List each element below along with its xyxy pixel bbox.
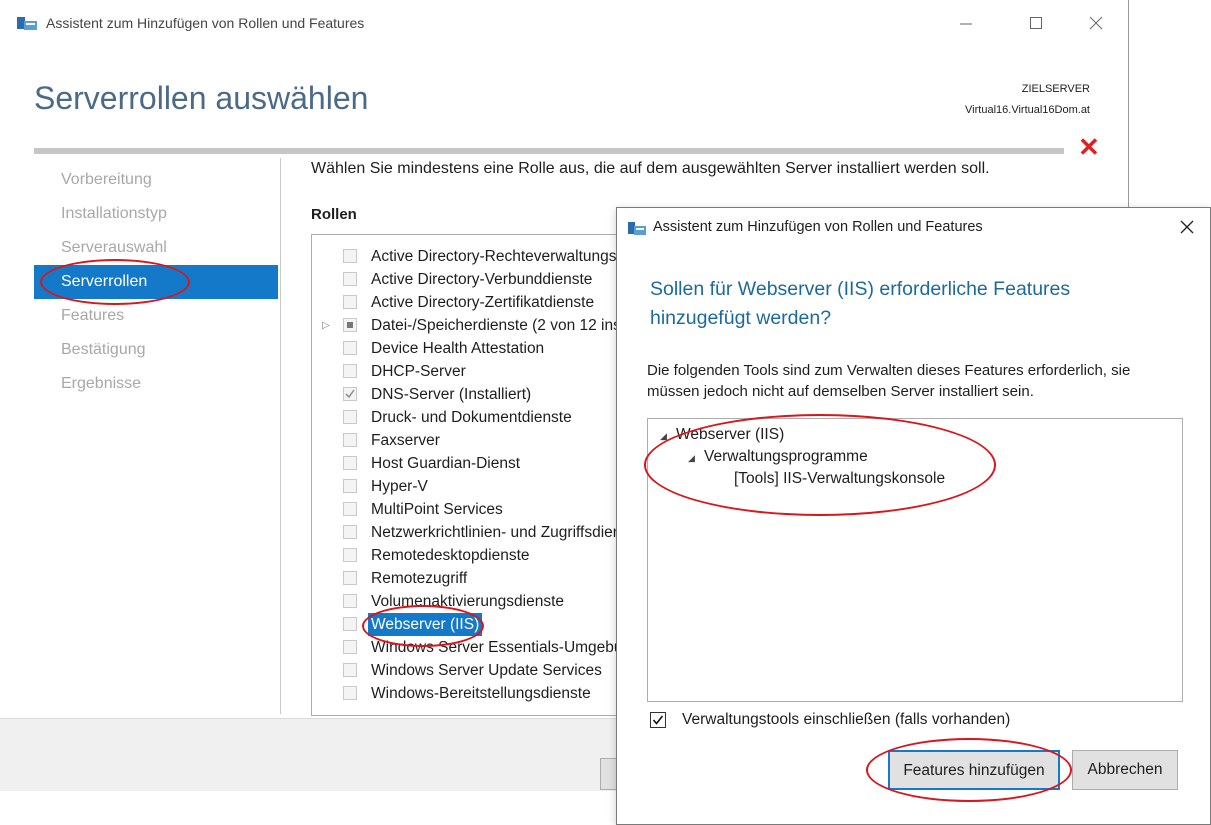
role-checkbox[interactable] (343, 502, 357, 516)
role-item[interactable]: MultiPoint Services (322, 498, 622, 521)
role-item[interactable]: DHCP-Server (322, 360, 622, 383)
nav-item-ergebnisse[interactable]: Ergebnisse (34, 367, 278, 401)
error-x-icon: ✕ (1078, 132, 1100, 162)
server-manager-icon (627, 220, 647, 236)
role-checkbox[interactable] (343, 364, 357, 378)
destination-server-value: Virtual16.Virtual16Dom.at (965, 104, 1090, 116)
role-checkbox[interactable] (343, 295, 357, 309)
minimize-button[interactable] (946, 8, 986, 40)
page-title: Serverrollen auswählen (34, 80, 369, 116)
nav-item-features[interactable]: Features (34, 299, 278, 333)
cancel-button[interactable]: Abbrechen (1072, 750, 1178, 790)
role-checkbox[interactable] (343, 525, 357, 539)
role-item[interactable]: Active Directory-Rechteverwaltungsdienst… (322, 245, 622, 268)
maximize-button[interactable] (1016, 8, 1056, 40)
window-title: Assistent zum Hinzufügen von Rollen und … (46, 15, 365, 31)
role-item[interactable]: Faxserver (322, 429, 622, 452)
roles-heading: Rollen (311, 206, 357, 223)
include-tools-checkbox[interactable] (650, 712, 666, 728)
role-item[interactable]: Remotezugriff (322, 567, 622, 590)
annotation-ellipse (644, 414, 996, 516)
role-item[interactable]: Device Health Attestation (322, 337, 622, 360)
role-item[interactable]: Windows Server Essentials-Umgebung (322, 636, 622, 659)
role-checkbox[interactable] (343, 594, 357, 608)
role-checkbox[interactable] (343, 341, 357, 355)
role-checkbox[interactable] (343, 456, 357, 470)
annotation-ellipse (866, 738, 1072, 802)
instruction-text: Wählen Sie mindestens eine Rolle aus, di… (311, 160, 990, 177)
role-checkbox[interactable] (343, 318, 357, 332)
role-checkbox[interactable] (343, 433, 357, 447)
dialog-question: Sollen für Webserver (IIS) erforderliche… (650, 278, 1071, 329)
destination-server-label: ZIELSERVER (1021, 83, 1090, 95)
role-item[interactable]: Active Directory-Verbunddienste (322, 268, 622, 291)
role-item[interactable]: Windows-Bereitstellungsdienste (322, 682, 622, 705)
dialog-title: Assistent zum Hinzufügen von Rollen und … (653, 219, 983, 235)
role-item[interactable]: Windows Server Update Services (322, 659, 622, 682)
nav-item-bestaetigung[interactable]: Bestätigung (34, 333, 278, 367)
nav-item-vorbereitung[interactable]: Vorbereitung (34, 163, 278, 197)
role-checkbox[interactable] (343, 272, 357, 286)
role-checkbox[interactable] (343, 663, 357, 677)
annotation-ellipse (40, 259, 190, 305)
include-tools-label[interactable]: Verwaltungstools einschließen (falls vor… (682, 711, 1010, 729)
role-checkbox[interactable] (343, 548, 357, 562)
close-window-button[interactable] (1076, 8, 1116, 40)
role-checkbox[interactable] (343, 686, 357, 700)
role-checkbox[interactable] (343, 249, 357, 263)
close-icon[interactable] (1172, 212, 1202, 242)
annotation-ellipse (362, 605, 484, 647)
expand-arrow-icon[interactable]: ▷ (322, 314, 336, 337)
nav-separator (280, 158, 281, 714)
role-item[interactable]: Volumenaktivierungsdienste (322, 590, 622, 613)
header-divider (34, 148, 1064, 154)
role-item[interactable]: DNS-Server (Installiert) (322, 383, 622, 406)
role-checkbox[interactable] (343, 571, 357, 585)
dialog-description: Die folgenden Tools sind zum Verwalten d… (647, 362, 1131, 400)
role-checkbox[interactable] (343, 640, 357, 654)
role-item[interactable]: Active Directory-Zertifikatdienste (322, 291, 622, 314)
role-item[interactable]: Netzwerkrichtlinien- und Zugriffsdienste (322, 521, 622, 544)
role-item[interactable]: Druck- und Dokumentdienste (322, 406, 622, 429)
server-manager-icon (16, 15, 38, 31)
role-item[interactable]: Remotedesktopdienste (322, 544, 622, 567)
role-item[interactable]: Hyper-V (322, 475, 622, 498)
nav-item-installationstyp[interactable]: Installationstyp (34, 197, 278, 231)
role-checkbox[interactable] (343, 410, 357, 424)
nav-item-serverauswahl[interactable]: Serverauswahl (34, 231, 278, 265)
role-item[interactable]: Host Guardian-Dienst (322, 452, 622, 475)
role-checkbox (343, 387, 357, 401)
role-checkbox[interactable] (343, 479, 357, 493)
role-item[interactable]: ▷Datei-/Speicherdienste (2 von 12 instal… (322, 314, 622, 337)
role-checkbox[interactable] (343, 617, 357, 631)
